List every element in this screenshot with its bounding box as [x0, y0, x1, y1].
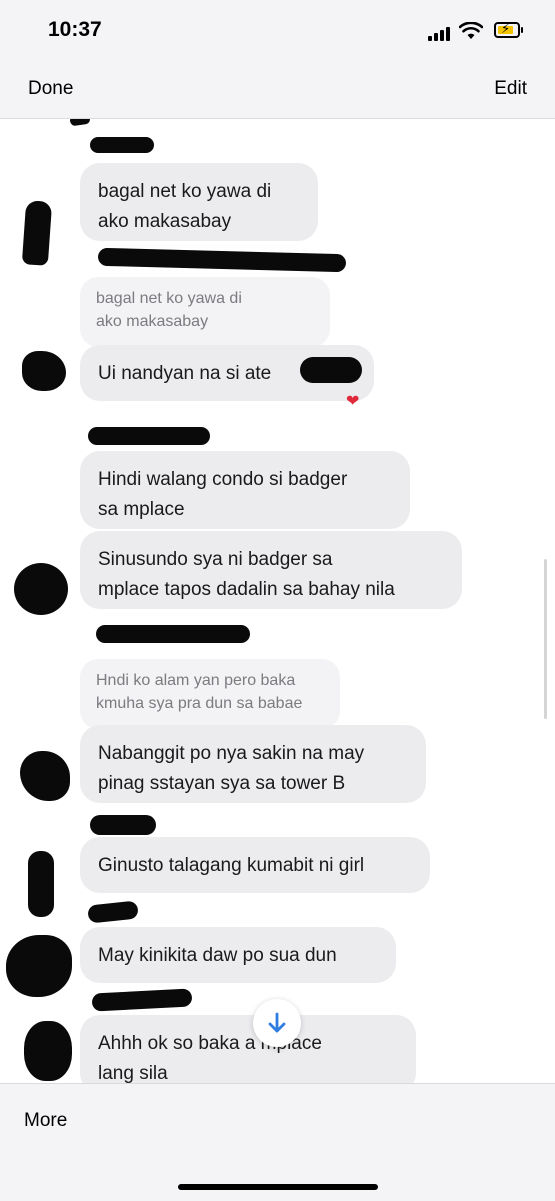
sender-name-redaction [91, 988, 193, 1012]
bottom-bar: More [0, 1083, 555, 1201]
avatar [21, 200, 53, 266]
sender-name-redaction [90, 137, 154, 153]
wifi-icon [459, 22, 483, 39]
battery-cap [521, 27, 523, 33]
sender-name-redaction [97, 247, 347, 273]
done-button[interactable]: Done [28, 78, 73, 100]
sender-name-redaction [88, 427, 210, 445]
chat-thread[interactable]: bagal net ko yawa di ako makasabay bagal… [0, 119, 555, 1083]
avatar [22, 351, 66, 391]
sender-name-redaction [96, 625, 250, 643]
avatar [28, 851, 54, 917]
avatar [14, 563, 68, 615]
scroll-indicator [544, 559, 547, 719]
message-bubble[interactable]: Ginusto talagang kumabit ni girl [80, 837, 430, 893]
heart-reaction-icon[interactable]: ❤ [346, 391, 359, 411]
message-bubble[interactable]: Sinusundo sya ni badger sa mplace tapos … [80, 531, 462, 609]
sender-name-redaction [90, 815, 156, 835]
top-nav: Done Edit [0, 62, 555, 119]
battery-charging-icon: ⚡ [494, 21, 520, 38]
name-redaction [300, 357, 362, 383]
arrow-down-icon [268, 1012, 286, 1033]
scroll-to-bottom-button[interactable] [253, 999, 301, 1047]
status-bar: 10:37 ⚡ [0, 0, 555, 62]
signal-icon [428, 25, 456, 41]
redaction-mark [69, 119, 91, 127]
message-bubble[interactable]: Nabanggit po nya sakin na may pinag ssta… [80, 725, 426, 803]
avatar [20, 751, 70, 801]
edit-button[interactable]: Edit [494, 78, 527, 100]
home-indicator[interactable] [178, 1184, 378, 1190]
bolt-icon: ⚡ [501, 21, 511, 36]
avatar [24, 1021, 72, 1081]
status-time: 10:37 [48, 18, 102, 41]
more-button[interactable]: More [24, 1110, 67, 1132]
avatar [6, 935, 72, 997]
message-bubble[interactable]: May kinikita daw po sua dun [80, 927, 396, 983]
reply-quote: Hndi ko alam yan pero baka kmuha sya pra… [80, 659, 340, 729]
message-bubble[interactable]: Hindi walang condo si badger sa mplace [80, 451, 410, 529]
message-bubble[interactable]: Ahhh ok so baka a mplace lang sila [80, 1015, 416, 1083]
sender-name-redaction [87, 900, 139, 924]
reply-quote: bagal net ko yawa di ako makasabay [80, 277, 330, 347]
message-bubble[interactable]: bagal net ko yawa di ako makasabay [80, 163, 318, 241]
